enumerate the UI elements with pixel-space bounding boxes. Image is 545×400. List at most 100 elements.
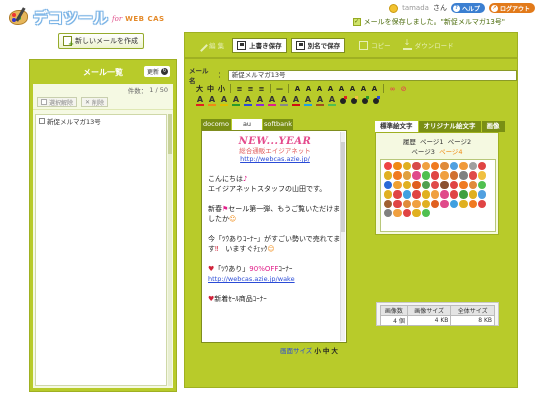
emoji-icon[interactable] (421, 171, 430, 180)
emoji-icon[interactable] (421, 162, 430, 171)
size-large-option[interactable]: 大 (331, 345, 338, 355)
tab-standard-emoji[interactable]: 標準絵文字 (375, 121, 418, 132)
emoji-icon[interactable] (449, 162, 459, 171)
font-a-button[interactable]: A (326, 84, 335, 94)
help-button[interactable]: ? ヘルプ (450, 3, 485, 13)
app-logo[interactable]: デコツール for WEB CAS (8, 4, 165, 30)
emoji-icon[interactable] (402, 162, 412, 171)
bg-color-button[interactable] (372, 96, 381, 105)
emoji-icon[interactable] (459, 162, 468, 171)
select-clear-button[interactable]: 選択解除 (37, 97, 78, 107)
emoji-icon[interactable] (402, 208, 412, 218)
emoji-icon[interactable] (430, 180, 440, 190)
download-button[interactable]: ダウンロード (399, 38, 458, 53)
mail-title[interactable]: 新促メルマガ13号 (47, 116, 101, 126)
text-color-button[interactable]: A (303, 95, 313, 106)
text-color-button[interactable]: A (315, 95, 325, 106)
subject-input[interactable]: 新促メルマガ13号 (227, 69, 517, 81)
emoji-icon[interactable] (468, 171, 477, 180)
emoji-icon[interactable] (393, 199, 402, 208)
emoji-icon[interactable] (468, 180, 477, 190)
emoji-icon[interactable] (384, 208, 393, 218)
emoji-icon[interactable] (430, 162, 440, 171)
emoji-icon[interactable] (477, 171, 487, 180)
text-color-button[interactable]: A (207, 95, 217, 106)
emoji-icon[interactable] (477, 199, 487, 208)
emoji-icon[interactable] (459, 190, 468, 199)
font-a-button[interactable]: A (293, 84, 302, 94)
emoji-icon[interactable] (459, 171, 468, 180)
new-mail-button[interactable]: 新しいメールを作成 (58, 33, 144, 49)
size-large-button[interactable]: 大 (195, 84, 204, 94)
page-link[interactable]: ページ1 (420, 138, 444, 146)
emoji-icon[interactable] (477, 190, 487, 199)
emoji-icon[interactable] (384, 162, 393, 171)
emoji-icon[interactable] (430, 190, 440, 199)
preview-scrollbar[interactable] (340, 132, 345, 341)
emoji-icon[interactable] (393, 180, 402, 190)
mail-body-editor[interactable]: NEW...YEAR 総合通販エイジアネット http://webcas.azi… (208, 135, 342, 339)
size-medium-option[interactable]: 中 (323, 345, 330, 355)
size-small-option[interactable]: 小 (314, 345, 321, 355)
unlink-icon[interactable]: ⊘ (399, 84, 408, 94)
text-color-button[interactable]: A (231, 95, 241, 106)
font-a-button[interactable]: A (337, 84, 346, 94)
font-a-button[interactable]: A (348, 84, 357, 94)
text-color-button[interactable]: A (267, 95, 277, 106)
emoji-icon[interactable] (468, 190, 477, 199)
save-as-button[interactable]: 別名で保存 (290, 37, 346, 53)
link-icon[interactable]: ∞ (388, 84, 397, 94)
emoji-icon[interactable] (393, 171, 402, 180)
text-color-button[interactable]: A (219, 95, 229, 106)
size-small-button[interactable]: 小 (217, 84, 226, 94)
mail-checkbox[interactable] (39, 117, 45, 124)
emoji-icon[interactable] (440, 162, 449, 171)
emoji-icon[interactable] (421, 190, 430, 199)
tab-images[interactable]: 画像 (481, 121, 505, 132)
bg-color-button[interactable] (361, 96, 370, 105)
emoji-icon[interactable] (412, 190, 421, 199)
tab-au[interactable]: au (232, 119, 262, 130)
emoji-icon[interactable] (459, 180, 468, 190)
text-color-button[interactable]: A (291, 95, 301, 106)
text-color-button[interactable]: A (327, 95, 337, 106)
font-a-button[interactable]: A (315, 84, 324, 94)
align-right-button[interactable]: ≡ (257, 84, 266, 94)
bg-color-button[interactable] (339, 96, 348, 105)
emoji-icon[interactable] (412, 162, 421, 171)
emoji-icon[interactable] (468, 162, 477, 171)
font-a-button[interactable]: A (370, 84, 379, 94)
tab-docomo[interactable]: docomo (201, 119, 231, 130)
emoji-icon[interactable] (440, 180, 449, 190)
page-link[interactable]: ページ2 (448, 138, 472, 146)
emoji-icon[interactable] (477, 180, 487, 190)
delete-button[interactable]: ✕ 削除 (81, 97, 109, 107)
emoji-icon[interactable] (384, 199, 393, 208)
emoji-icon[interactable] (421, 199, 430, 208)
emoji-icon[interactable] (402, 190, 412, 199)
history-link[interactable]: 履歴 (403, 138, 416, 146)
page-link[interactable]: ページ3 (411, 148, 435, 156)
emoji-icon[interactable] (402, 171, 412, 180)
align-center-button[interactable]: ≡ (246, 84, 255, 94)
emoji-icon[interactable] (393, 208, 402, 218)
logout-button[interactable]: ↗ ログアウト (488, 3, 535, 13)
emoji-icon[interactable] (384, 180, 393, 190)
hr-button[interactable]: — (275, 84, 284, 94)
emoji-icon[interactable] (449, 199, 459, 208)
emoji-icon[interactable] (440, 190, 449, 199)
align-left-button[interactable]: ≡ (235, 84, 244, 94)
size-medium-button[interactable]: 中 (206, 84, 215, 94)
banner-url[interactable]: http://webcas.azie.jp/ (208, 155, 342, 164)
text-color-button[interactable]: A (279, 95, 289, 106)
text-color-button[interactable]: A (255, 95, 265, 106)
emoji-icon[interactable] (412, 199, 421, 208)
emoji-icon[interactable] (384, 171, 393, 180)
emoji-icon[interactable] (459, 199, 468, 208)
emoji-icon[interactable] (421, 208, 430, 218)
emoji-icon[interactable] (430, 199, 440, 208)
emoji-icon[interactable] (412, 180, 421, 190)
edit-button[interactable]: 編 集 (193, 38, 228, 53)
emoji-icon[interactable] (440, 171, 449, 180)
font-a-button[interactable]: A (359, 84, 368, 94)
